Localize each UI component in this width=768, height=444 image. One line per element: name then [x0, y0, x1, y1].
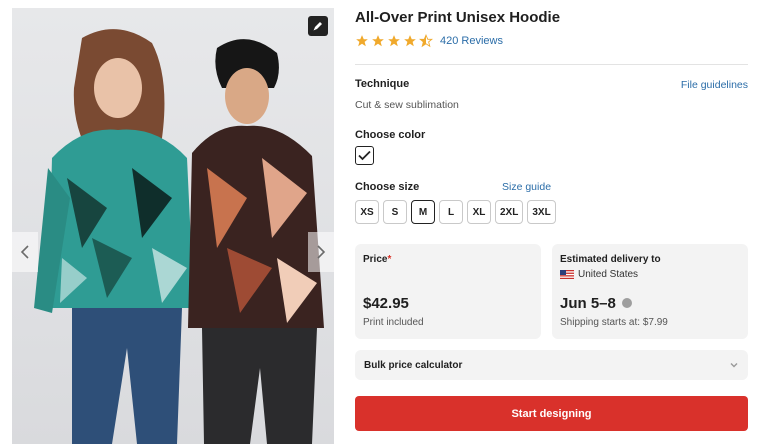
size-option-xl[interactable]: XL [467, 200, 491, 224]
info-icon[interactable] [622, 298, 632, 308]
price-label: Price* [363, 254, 392, 265]
price-amount: $42.95 [363, 295, 409, 312]
edit-image-button[interactable] [308, 16, 328, 36]
delivery-dates: Jun 5–8 [560, 295, 616, 312]
color-swatch-selected[interactable] [355, 146, 374, 165]
bulk-price-calculator[interactable]: Bulk price calculator [355, 350, 748, 380]
reviews-link[interactable]: 420 Reviews [440, 35, 503, 47]
size-option-l[interactable]: L [439, 200, 463, 224]
previous-image-button[interactable] [12, 232, 38, 272]
price-note: Print included [363, 317, 424, 328]
size-option-s[interactable]: S [383, 200, 407, 224]
star-icon [356, 35, 368, 47]
star-icon [372, 35, 384, 47]
file-guidelines-link[interactable]: File guidelines [681, 79, 748, 91]
technique-label: Technique [355, 78, 410, 90]
price-card: Price* $42.95 Print included [355, 244, 541, 339]
delivery-card: Estimated delivery to United States Jun … [552, 244, 748, 339]
next-image-button[interactable] [308, 232, 334, 272]
size-options: XS S M L XL 2XL 3XL [355, 200, 556, 224]
rating: 420 Reviews [355, 34, 503, 48]
product-title: All-Over Print Unisex Hoodie [355, 9, 561, 26]
country-name: United States [578, 269, 639, 280]
technique-value: Cut & sew sublimation [355, 99, 459, 111]
product-details: All-Over Print Unisex Hoodie 420 Reviews… [355, 0, 748, 444]
chevron-right-icon [317, 245, 326, 259]
product-photo [34, 29, 324, 444]
chevron-down-icon [730, 363, 738, 368]
size-option-3xl[interactable]: 3XL [527, 200, 556, 224]
pencil-icon [313, 22, 322, 31]
product-gallery [12, 8, 334, 444]
color-label: Choose color [355, 129, 426, 141]
shipping-note: Shipping starts at: $7.99 [560, 317, 668, 328]
star-half-icon [419, 34, 433, 48]
checkmark-icon [358, 150, 371, 161]
star-rating [355, 34, 433, 48]
divider [355, 64, 748, 65]
size-label: Choose size [355, 181, 420, 193]
size-option-2xl[interactable]: 2XL [495, 200, 524, 224]
required-mark: * [387, 254, 392, 265]
delivery-country[interactable]: United States [560, 269, 638, 280]
us-flag-icon [560, 270, 574, 279]
star-icon [404, 35, 416, 47]
start-designing-button[interactable]: Start designing [355, 396, 748, 431]
size-guide-link[interactable]: Size guide [502, 181, 551, 193]
bulk-label: Bulk price calculator [364, 360, 463, 371]
chevron-left-icon [20, 245, 29, 259]
size-option-xs[interactable]: XS [355, 200, 379, 224]
size-option-m[interactable]: M [411, 200, 435, 224]
star-icon [388, 35, 400, 47]
delivery-label: Estimated delivery to [560, 254, 661, 265]
